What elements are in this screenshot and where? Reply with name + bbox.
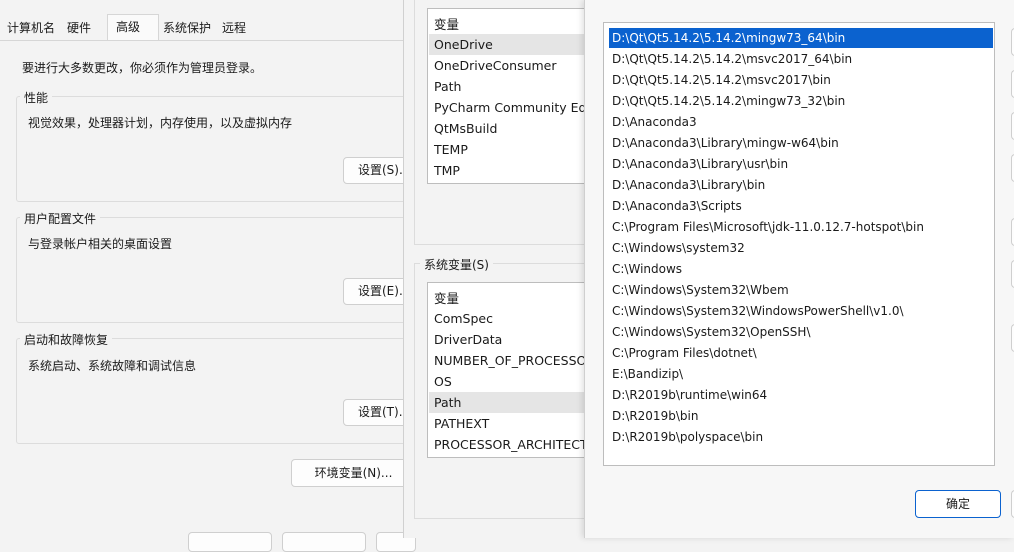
edit-path-window: D:\Qt\Qt5.14.2\5.14.2\mingw73_64\bin D:\… [584, 0, 1014, 538]
path-entry[interactable]: C:\Windows\System32\Wbem [609, 280, 993, 300]
path-entry[interactable]: D:\Anaconda3\Library\bin [609, 175, 993, 195]
system-var-item[interactable]: PATHEXT [434, 413, 489, 434]
admin-notice: 要进行大多数更改，你必须作为管理员登录。 [22, 61, 263, 75]
path-entry[interactable]: D:\Anaconda3 [609, 112, 993, 132]
system-var-item[interactable]: ComSpec [434, 308, 493, 329]
environment-variables-window: 变量 OneDrive OneDriveConsumer Path PyChar… [403, 0, 597, 538]
system-properties-window: 计算机名 硬件 高级 系统保护 远程 要进行大多数更改，你必须作为管理员登录。 … [0, 0, 423, 552]
user-var-item[interactable]: PyCharm Community Editi [434, 97, 596, 118]
path-entries-list[interactable]: D:\Qt\Qt5.14.2\5.14.2\mingw73_64\bin D:\… [603, 22, 995, 466]
system-variables-label: 系统变量(S) [420, 256, 493, 273]
tab-advanced[interactable]: 高级 [107, 14, 159, 40]
path-entry[interactable]: C:\Program Files\Microsoft\jdk-11.0.12.7… [609, 217, 993, 237]
performance-label: 性能 [20, 89, 53, 106]
environment-variables-button[interactable]: 环境变量(N)... [291, 459, 416, 487]
path-entry[interactable]: C:\Program Files\dotnet\ [609, 343, 993, 363]
cancel-button-partial[interactable] [282, 532, 366, 552]
path-entry-selected[interactable]: D:\Qt\Qt5.14.2\5.14.2\mingw73_64\bin [609, 28, 993, 48]
system-var-item[interactable]: Path [434, 392, 461, 413]
tab-computer-name[interactable]: 计算机名 [2, 16, 60, 40]
user-var-item[interactable]: QtMsBuild [434, 118, 497, 139]
user-var-item[interactable]: OneDrive [434, 34, 493, 55]
user-profiles-group [16, 217, 406, 323]
user-var-item[interactable]: TEMP [434, 139, 468, 160]
system-var-item[interactable]: PROCESSOR_ARCHITECT... [434, 434, 596, 455]
path-entry[interactable]: C:\Windows\system32 [609, 238, 993, 258]
startup-recovery-label: 启动和故障恢复 [20, 331, 113, 348]
path-entry[interactable]: D:\R2019b\runtime\win64 [609, 385, 993, 405]
user-var-item[interactable]: TMP [434, 160, 460, 181]
path-entry[interactable]: D:\Anaconda3\Library\usr\bin [609, 154, 993, 174]
path-entry[interactable]: D:\Qt\Qt5.14.2\5.14.2\mingw73_32\bin [609, 91, 993, 111]
path-entry[interactable]: D:\Qt\Qt5.14.2\5.14.2\msvc2017\bin [609, 70, 993, 90]
system-variables-list[interactable]: 变量 ComSpec DriverData NUMBER_OF_PROCESSO… [427, 282, 597, 458]
user-variables-list[interactable]: 变量 OneDrive OneDriveConsumer Path PyChar… [427, 8, 597, 184]
path-entry[interactable]: C:\Windows\System32\OpenSSH\ [609, 322, 993, 342]
path-entry[interactable]: C:\Windows\System32\WindowsPowerShell\v1… [609, 301, 993, 321]
system-variables-header[interactable]: 变量 [434, 288, 459, 307]
performance-group [16, 96, 406, 202]
performance-description: 视觉效果，处理器计划，内存使用，以及虚拟内存 [28, 116, 293, 130]
path-entry[interactable]: E:\Bandizip\ [609, 364, 993, 384]
system-var-item[interactable]: NUMBER_OF_PROCESSOR [434, 350, 595, 371]
user-variables-header[interactable]: 变量 [434, 14, 459, 33]
path-entry[interactable]: D:\R2019b\bin [609, 406, 993, 426]
user-profiles-description: 与登录帐户相关的桌面设置 [28, 237, 173, 251]
path-entry[interactable]: D:\Anaconda3\Scripts [609, 196, 993, 216]
ok-button[interactable]: 确定 [915, 490, 1001, 518]
system-var-item[interactable]: DriverData [434, 329, 502, 350]
path-entry[interactable]: D:\R2019b\polyspace\bin [609, 427, 993, 447]
path-entry[interactable]: C:\Windows [609, 259, 993, 279]
tab-system-protection[interactable]: 系统保护 [158, 16, 216, 40]
path-entry[interactable]: D:\Anaconda3\Library\mingw-w64\bin [609, 133, 993, 153]
tab-hardware[interactable]: 硬件 [62, 16, 96, 40]
startup-recovery-description: 系统启动、系统故障和调试信息 [28, 359, 197, 373]
user-var-item[interactable]: Path [434, 76, 461, 97]
path-entry[interactable]: D:\Qt\Qt5.14.2\5.14.2\msvc2017_64\bin [609, 49, 993, 69]
tab-remote[interactable]: 远程 [217, 16, 251, 40]
system-var-item[interactable]: OS [434, 371, 452, 392]
tab-divider [0, 40, 415, 41]
user-var-item[interactable]: OneDriveConsumer [434, 55, 557, 76]
startup-recovery-group [16, 338, 406, 444]
user-profiles-label: 用户配置文件 [20, 210, 101, 227]
ok-button-partial[interactable] [188, 532, 272, 552]
